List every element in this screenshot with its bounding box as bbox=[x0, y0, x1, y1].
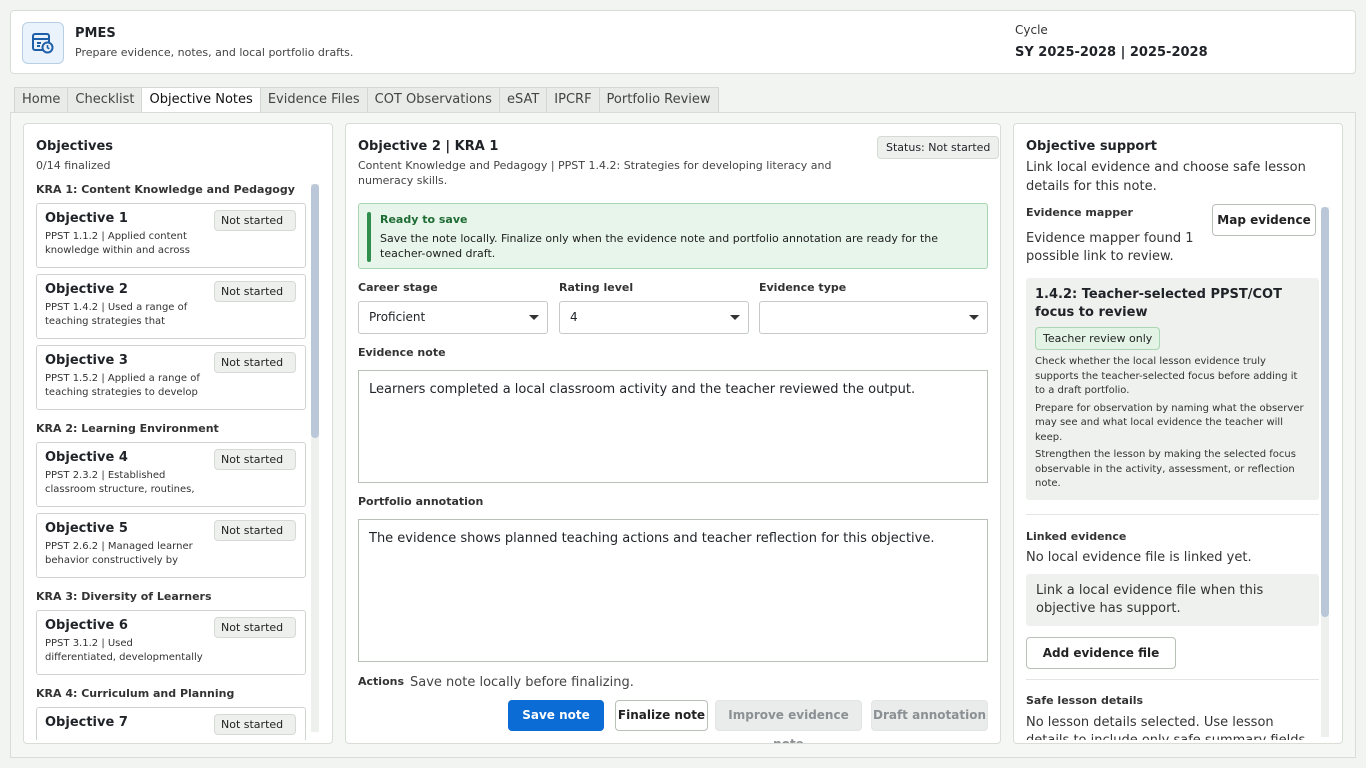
status-badge: Not started bbox=[214, 210, 296, 231]
app-title: PMES bbox=[75, 26, 116, 41]
objective-support-panel: Objective support Link local evidence an… bbox=[1013, 123, 1343, 744]
objective-card-5[interactable]: Objective 5 PPST 2.6.2 | Managed learner… bbox=[36, 513, 306, 578]
evidence-type-select[interactable] bbox=[759, 301, 988, 334]
tab-cot-observations[interactable]: COT Observations bbox=[366, 87, 499, 113]
actions-label: Actions bbox=[358, 675, 404, 688]
alert-accent-bar bbox=[367, 212, 371, 262]
ready-text: Save the note locally. Finalize only whe… bbox=[380, 232, 939, 260]
chevron-down-icon bbox=[730, 315, 740, 320]
objective-card-4[interactable]: Objective 4 PPST 2.3.2 | Established cla… bbox=[36, 442, 306, 507]
portfolio-annotation-textarea[interactable]: The evidence shows planned teaching acti… bbox=[358, 519, 988, 662]
main-tabs: Home Checklist Objective Notes Evidence … bbox=[14, 87, 719, 113]
scrollbar-thumb[interactable] bbox=[311, 184, 319, 438]
focus-paragraph: Strengthen the lesson by making the sele… bbox=[1035, 449, 1296, 489]
editor-subtitle: Content Knowledge and Pedagogy | PPST 1.… bbox=[358, 159, 832, 187]
objective-desc: PPST 2.3.2 | Established classroom struc… bbox=[45, 470, 195, 495]
status-badge: Status: Not started bbox=[877, 136, 1000, 159]
scrollbar-thumb[interactable] bbox=[1321, 207, 1329, 617]
kra-heading: KRA 1: Content Knowledge and Pedagogy bbox=[36, 183, 295, 196]
improve-evidence-note-button[interactable]: Improve evidence note bbox=[715, 700, 862, 743]
rating-level-label: Rating level bbox=[559, 281, 634, 294]
status-badge: Not started bbox=[214, 449, 296, 470]
evidence-mapper-section: Evidence mapper Map evidence Evidence ma… bbox=[1026, 204, 1319, 274]
kra-heading: KRA 2: Learning Environment bbox=[36, 422, 219, 435]
objective-card-6[interactable]: Objective 6 PPST 3.1.2 | Used differenti… bbox=[36, 610, 306, 675]
objective-desc: PPST 2.6.2 | Managed learner behavior co… bbox=[45, 541, 193, 566]
objective-desc: PPST 3.1.2 | Used differentiated, develo… bbox=[45, 638, 203, 663]
portfolio-annotation-label: Portfolio annotation bbox=[358, 495, 484, 508]
focus-paragraph: Prepare for observation by naming what t… bbox=[1035, 402, 1304, 443]
status-badge: Not started bbox=[214, 617, 296, 638]
tab-objective-notes[interactable]: Objective Notes bbox=[141, 87, 260, 113]
tab-esat[interactable]: eSAT bbox=[498, 87, 547, 113]
safe-lesson-details-text: No lesson details selected. Use lesson d… bbox=[1026, 714, 1310, 741]
evidence-note-label: Evidence note bbox=[358, 346, 446, 359]
draft-annotation-button[interactable]: Draft annotation bbox=[871, 700, 988, 731]
focus-title: 1.4.2: Teacher-selected PPST/COT focus t… bbox=[1035, 287, 1282, 320]
focus-suggestion-card: 1.4.2: Teacher-selected PPST/COT focus t… bbox=[1026, 278, 1319, 500]
objectives-list[interactable]: KRA 1: Content Knowledge and Pedagogy Ob… bbox=[36, 180, 322, 740]
career-stage-select[interactable]: Proficient bbox=[358, 301, 548, 334]
divider bbox=[1026, 678, 1319, 680]
ready-alert: Ready to save Save the note locally. Fin… bbox=[358, 203, 988, 269]
tab-portfolio-review[interactable]: Portfolio Review bbox=[598, 87, 719, 113]
objectives-title: Objectives bbox=[36, 139, 114, 154]
support-scrollbar[interactable] bbox=[1321, 207, 1329, 737]
safe-lesson-details-label: Safe lesson details bbox=[1026, 693, 1144, 707]
mapper-result-text: Evidence mapper found 1 possible link to… bbox=[1026, 231, 1194, 264]
objective-card-7[interactable]: Objective 7 Not started bbox=[36, 707, 306, 740]
objective-card-3[interactable]: Objective 3 PPST 1.5.2 | Applied a range… bbox=[36, 345, 306, 410]
map-evidence-button[interactable]: Map evidence bbox=[1212, 204, 1316, 236]
career-stage-value: Proficient bbox=[369, 310, 426, 324]
support-title: Objective support bbox=[1026, 139, 1157, 154]
rating-level-select[interactable]: 4 bbox=[559, 301, 749, 334]
objectives-progress: 0/14 finalized bbox=[36, 159, 111, 172]
objective-card-1[interactable]: Objective 1 PPST 1.1.2 | Applied content… bbox=[36, 203, 306, 268]
editor-title: Objective 2 | KRA 1 bbox=[358, 139, 499, 154]
status-badge: Not started bbox=[214, 352, 296, 373]
support-scroll-area[interactable]: Evidence mapper Map evidence Evidence ma… bbox=[1026, 204, 1319, 740]
kra-heading: KRA 3: Diversity of Learners bbox=[36, 590, 212, 603]
status-badge: Not started bbox=[214, 281, 296, 302]
objectives-panel: Objectives 0/14 finalized KRA 1: Content… bbox=[23, 123, 333, 744]
tab-checklist[interactable]: Checklist bbox=[67, 87, 142, 113]
teacher-review-badge: Teacher review only bbox=[1035, 327, 1161, 350]
support-subtitle: Link local evidence and choose safe less… bbox=[1026, 160, 1306, 194]
tab-home[interactable]: Home bbox=[14, 87, 68, 113]
linked-evidence-text: No local evidence file is linked yet. bbox=[1026, 549, 1252, 565]
cycle-label: Cycle bbox=[1015, 23, 1048, 37]
save-note-button[interactable]: Save note bbox=[508, 700, 604, 731]
objective-desc: PPST 1.4.2 | Used a range of teaching st… bbox=[45, 302, 188, 327]
note-editor-panel: Objective 2 | KRA 1 Content Knowledge an… bbox=[345, 123, 1001, 744]
linked-evidence-label: Linked evidence bbox=[1026, 529, 1127, 543]
objective-desc: PPST 1.1.2 | Applied content knowledge w… bbox=[45, 231, 190, 256]
cycle-value: SY 2025-2028 | 2025-2028 bbox=[1015, 45, 1208, 60]
app-header: PMES Prepare evidence, notes, and local … bbox=[10, 10, 1356, 74]
focus-paragraph: Check whether the local lesson evidence … bbox=[1035, 356, 1298, 396]
objective-card-2[interactable]: Objective 2 PPST 1.4.2 | Used a range of… bbox=[36, 274, 306, 339]
tab-evidence-files[interactable]: Evidence Files bbox=[259, 87, 367, 113]
divider bbox=[1026, 513, 1319, 515]
evidence-note-textarea[interactable]: Learners completed a local classroom act… bbox=[358, 370, 988, 483]
status-badge: Not started bbox=[214, 520, 296, 541]
tab-ipcrf[interactable]: IPCRF bbox=[546, 87, 599, 113]
ready-title: Ready to save bbox=[380, 213, 468, 226]
linked-evidence-hint: Link a local evidence file when this obj… bbox=[1026, 573, 1319, 626]
evidence-mapper-label: Evidence mapper bbox=[1026, 206, 1133, 219]
kra-heading: KRA 4: Curriculum and Planning bbox=[36, 687, 235, 700]
objectives-scrollbar[interactable] bbox=[311, 184, 319, 732]
chevron-down-icon bbox=[969, 315, 979, 320]
objective-desc: PPST 1.5.2 | Applied a range of teaching… bbox=[45, 373, 200, 398]
dashboard-clock-icon bbox=[22, 22, 64, 64]
rating-level-value: 4 bbox=[570, 310, 578, 324]
career-stage-label: Career stage bbox=[358, 281, 438, 294]
app-tagline: Prepare evidence, notes, and local portf… bbox=[75, 46, 354, 59]
add-evidence-row: Add evidence file bbox=[1026, 636, 1319, 679]
add-evidence-file-button[interactable]: Add evidence file bbox=[1026, 636, 1176, 669]
chevron-down-icon bbox=[529, 315, 539, 320]
finalize-note-button[interactable]: Finalize note bbox=[615, 700, 708, 731]
evidence-type-label: Evidence type bbox=[759, 281, 847, 294]
actions-hint: Save note locally before finalizing. bbox=[410, 675, 634, 690]
status-badge: Not started bbox=[214, 714, 296, 735]
